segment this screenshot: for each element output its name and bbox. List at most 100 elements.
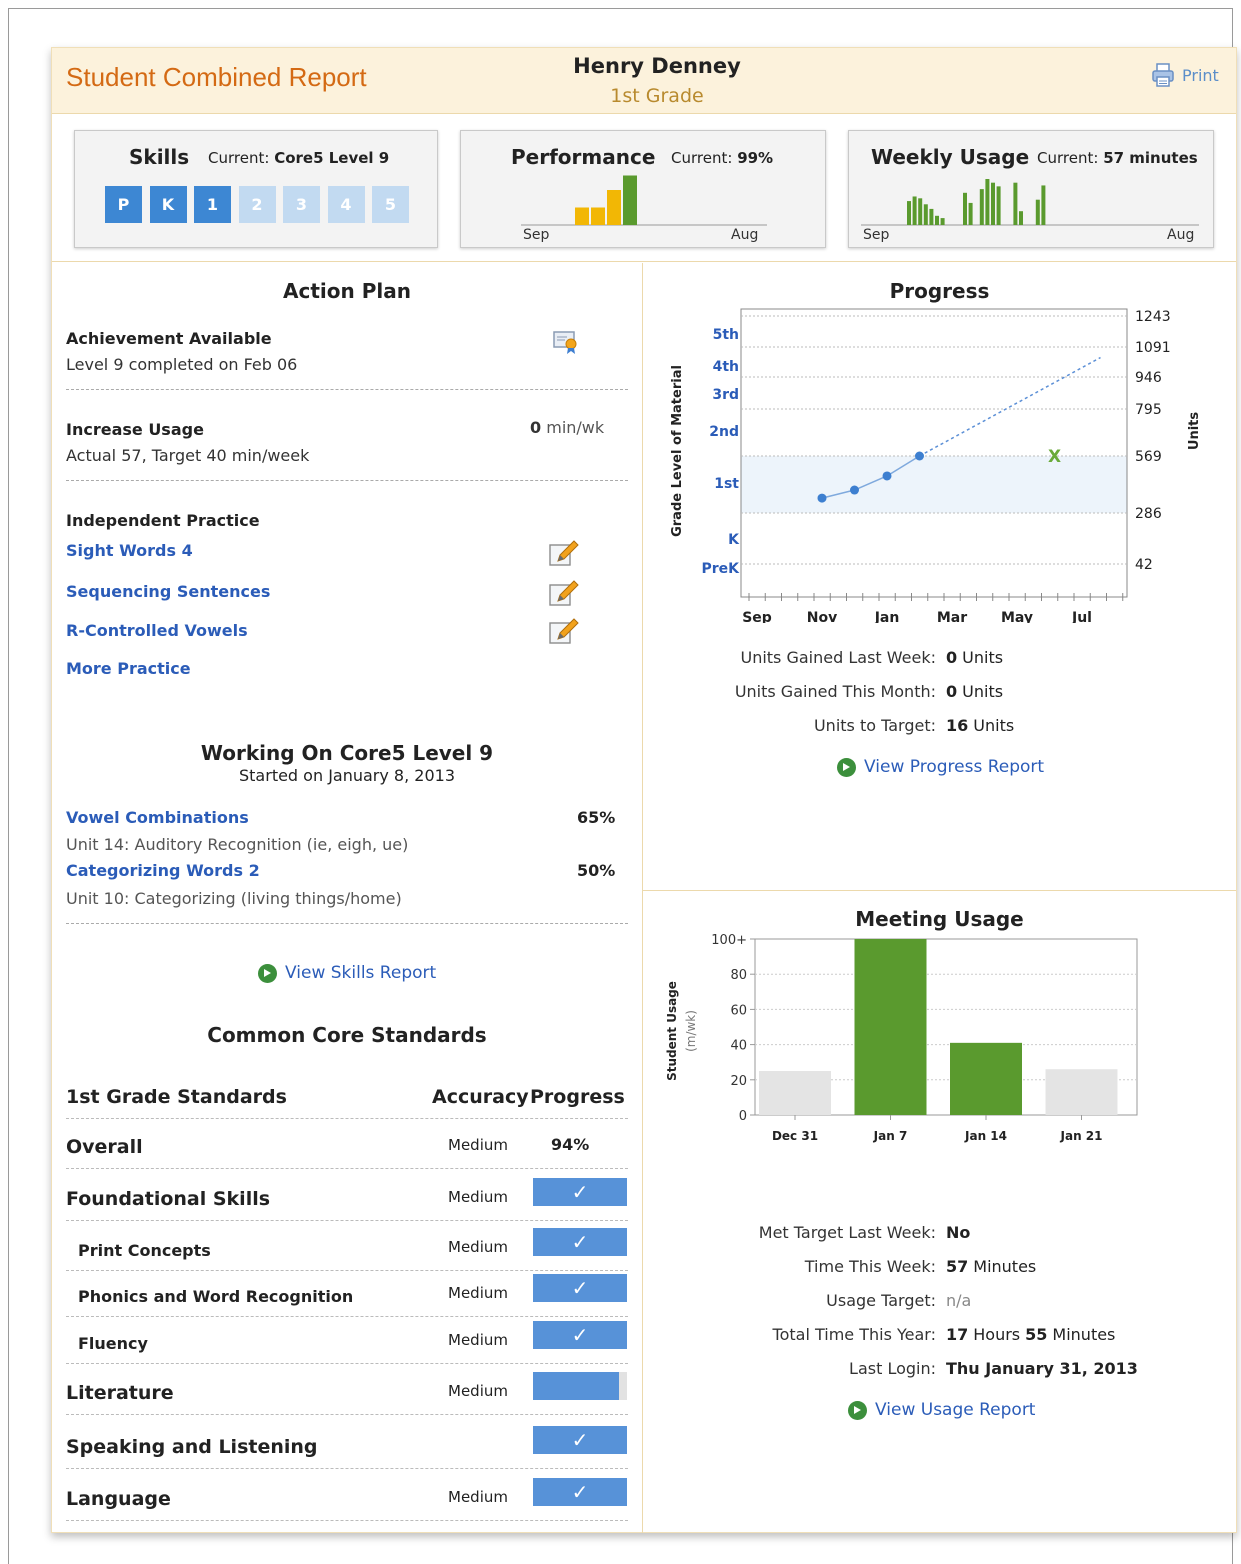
ccs-progress-complete[interactable]: ✓ bbox=[533, 1274, 627, 1302]
ccs-accuracy: Medium bbox=[448, 1382, 508, 1400]
performance-x-start: Sep bbox=[523, 227, 550, 243]
checkmark-icon: ✓ bbox=[571, 1428, 589, 1452]
weekly-usage-card[interactable]: Weekly Usage Current: 57 minutes Sep Aug bbox=[848, 130, 1214, 248]
ccs-row-print-concepts: Print Concepts Medium ✓ bbox=[66, 1223, 628, 1271]
ccs-standard-name: Speaking and Listening bbox=[66, 1436, 318, 1458]
ccs-standard-name: Phonics and Word Recognition bbox=[78, 1287, 354, 1306]
ccs-progress-complete[interactable]: ✓ bbox=[533, 1321, 627, 1349]
y-right-tick-label: 42 bbox=[1135, 557, 1153, 573]
stat-label: Units Gained Last Week: bbox=[740, 648, 936, 667]
level-box-5[interactable]: 5 bbox=[372, 186, 409, 223]
ccs-progress-complete[interactable]: ✓ bbox=[533, 1426, 627, 1454]
level-box-1[interactable]: 1 bbox=[194, 186, 231, 223]
view-progress-report-link[interactable]: View Progress Report bbox=[837, 757, 1044, 777]
level-box-2[interactable]: 2 bbox=[238, 186, 276, 223]
divider bbox=[66, 923, 628, 924]
ccs-progress-complete[interactable]: ✓ bbox=[533, 1228, 627, 1256]
practice-link-sight-words[interactable]: Sight Words 4 bbox=[66, 541, 193, 560]
stat-unit-2: Minutes bbox=[1052, 1325, 1116, 1344]
student-combined-report: Student Combined Report Henry Denney 1st… bbox=[51, 47, 1237, 1533]
x-tick-label: Jan 14 bbox=[964, 1129, 1007, 1143]
y-right-tick-label: 946 bbox=[1135, 370, 1162, 386]
y-left-tick-label: 4th bbox=[713, 359, 739, 375]
meeting-usage-bar bbox=[1045, 1069, 1118, 1115]
y-right-tick-label: 795 bbox=[1135, 402, 1162, 418]
stat-label: Met Target Last Week: bbox=[758, 1223, 936, 1242]
stat-unit: Hours bbox=[973, 1325, 1021, 1344]
ccs-progress-pct: 94% bbox=[551, 1135, 590, 1154]
ccs-row-fluency: Fluency Medium ✓ bbox=[66, 1318, 628, 1364]
ccs-header-row: 1st Grade Standards Accuracy Progress bbox=[66, 1069, 628, 1119]
checkmark-icon: ✓ bbox=[571, 1276, 589, 1300]
ccs-row-language: Language Medium ✓ bbox=[66, 1471, 628, 1521]
grade-band bbox=[741, 456, 1127, 513]
weekly-usage-bar bbox=[991, 182, 995, 225]
ccs-standard-name: Literature bbox=[66, 1382, 174, 1404]
level-box-4[interactable]: 4 bbox=[327, 186, 365, 223]
level-box-k[interactable]: K bbox=[149, 186, 187, 223]
checkmark-icon: ✓ bbox=[571, 1323, 589, 1347]
y-tick-label: 40 bbox=[730, 1039, 747, 1054]
certificate-icon[interactable] bbox=[552, 329, 580, 355]
pencil-icon[interactable] bbox=[548, 539, 580, 567]
practice-link-sequencing[interactable]: Sequencing Sentences bbox=[66, 582, 270, 601]
stat-label: Total Time This Year: bbox=[772, 1325, 936, 1344]
weekly-usage-bar bbox=[935, 215, 939, 225]
x-tick-label: Dec 31 bbox=[772, 1129, 818, 1143]
skill-link-vowel-combinations[interactable]: Vowel Combinations bbox=[66, 808, 249, 827]
view-usage-report-link[interactable]: View Usage Report bbox=[848, 1400, 1035, 1420]
skills-card[interactable]: Skills Current: Core5 Level 9 PK12345 bbox=[74, 130, 438, 248]
ccs-progress-complete[interactable]: ✓ bbox=[533, 1478, 627, 1506]
target-marker: X bbox=[1048, 447, 1061, 467]
weekly-usage-bar bbox=[985, 179, 990, 225]
stat-label: Time This Week: bbox=[804, 1257, 936, 1276]
practice-link-r-controlled[interactable]: R-Controlled Vowels bbox=[66, 621, 248, 640]
ccs-progress-bar[interactable] bbox=[533, 1372, 627, 1400]
performance-card[interactable]: Performance Current: 99% Sep Aug bbox=[460, 130, 826, 248]
print-button[interactable]: Print bbox=[1150, 62, 1219, 88]
stat-value: No bbox=[946, 1223, 975, 1242]
pencil-icon[interactable] bbox=[548, 579, 580, 607]
weekly-usage-bar bbox=[1041, 185, 1046, 225]
x-tick-label: Mar bbox=[937, 610, 967, 623]
progress-point bbox=[850, 485, 859, 495]
skill-link-categorizing-words[interactable]: Categorizing Words 2 bbox=[66, 861, 260, 880]
skill-progress-pct: 50% bbox=[577, 861, 616, 880]
ccs-standard-name: Language bbox=[66, 1488, 171, 1510]
level-box-3[interactable]: 3 bbox=[283, 186, 320, 223]
ccs-row-overall: Overall Medium 94% bbox=[66, 1119, 628, 1169]
right-column: Progress Sep Nov Jan Mar May Jul 5th 4th 3rd 2nd 1… bbox=[643, 263, 1236, 1533]
increase-usage-value: 0 min/wk bbox=[530, 418, 604, 437]
y-left-tick-label: K bbox=[728, 532, 740, 548]
achievement-text: Level 9 completed on Feb 06 bbox=[66, 355, 298, 374]
stat-number: No bbox=[946, 1223, 971, 1242]
ccs-header-progress: Progress bbox=[530, 1086, 625, 1108]
stat-unit: n/a bbox=[946, 1291, 972, 1310]
report-header: Student Combined Report Henry Denney 1st… bbox=[52, 48, 1236, 114]
ccs-accuracy: Medium bbox=[448, 1136, 508, 1154]
y-axis-label: Student Usage bbox=[665, 981, 679, 1081]
stat-unit: Units bbox=[962, 648, 1004, 667]
pencil-icon[interactable] bbox=[548, 617, 580, 645]
y-right-tick-label: 286 bbox=[1135, 506, 1162, 522]
x-tick-label: Nov bbox=[807, 610, 837, 623]
view-skills-report-label: View Skills Report bbox=[285, 963, 437, 983]
y-right-tick-label: 569 bbox=[1135, 449, 1162, 465]
x-tick-label: May bbox=[1001, 610, 1033, 623]
more-practice-link[interactable]: More Practice bbox=[66, 659, 191, 678]
increase-usage-label: Increase Usage bbox=[66, 420, 204, 439]
weekly-usage-bar bbox=[912, 196, 917, 225]
summary-band: Skills Current: Core5 Level 9 PK12345 Pe… bbox=[52, 114, 1236, 262]
ccs-accuracy: Medium bbox=[448, 1488, 508, 1506]
weekly-usage-mini-chart bbox=[861, 179, 1199, 226]
view-skills-report-link[interactable]: View Skills Report bbox=[258, 963, 436, 983]
stat-number-2: 55 bbox=[1025, 1325, 1048, 1344]
left-column: Action Plan Achievement Available Level … bbox=[52, 263, 643, 1533]
level-box-p[interactable]: P bbox=[105, 186, 142, 223]
ccs-progress-complete[interactable]: ✓ bbox=[533, 1178, 627, 1206]
stat-number: 17 bbox=[946, 1325, 969, 1344]
weekly-usage-bar bbox=[918, 198, 923, 225]
ccs-row-foundational-skills: Foundational Skills Medium ✓ bbox=[66, 1171, 628, 1221]
skill-unit-text: Unit 14: Auditory Recognition (ie, eigh,… bbox=[66, 835, 409, 854]
stat-label: Usage Target: bbox=[826, 1291, 936, 1310]
